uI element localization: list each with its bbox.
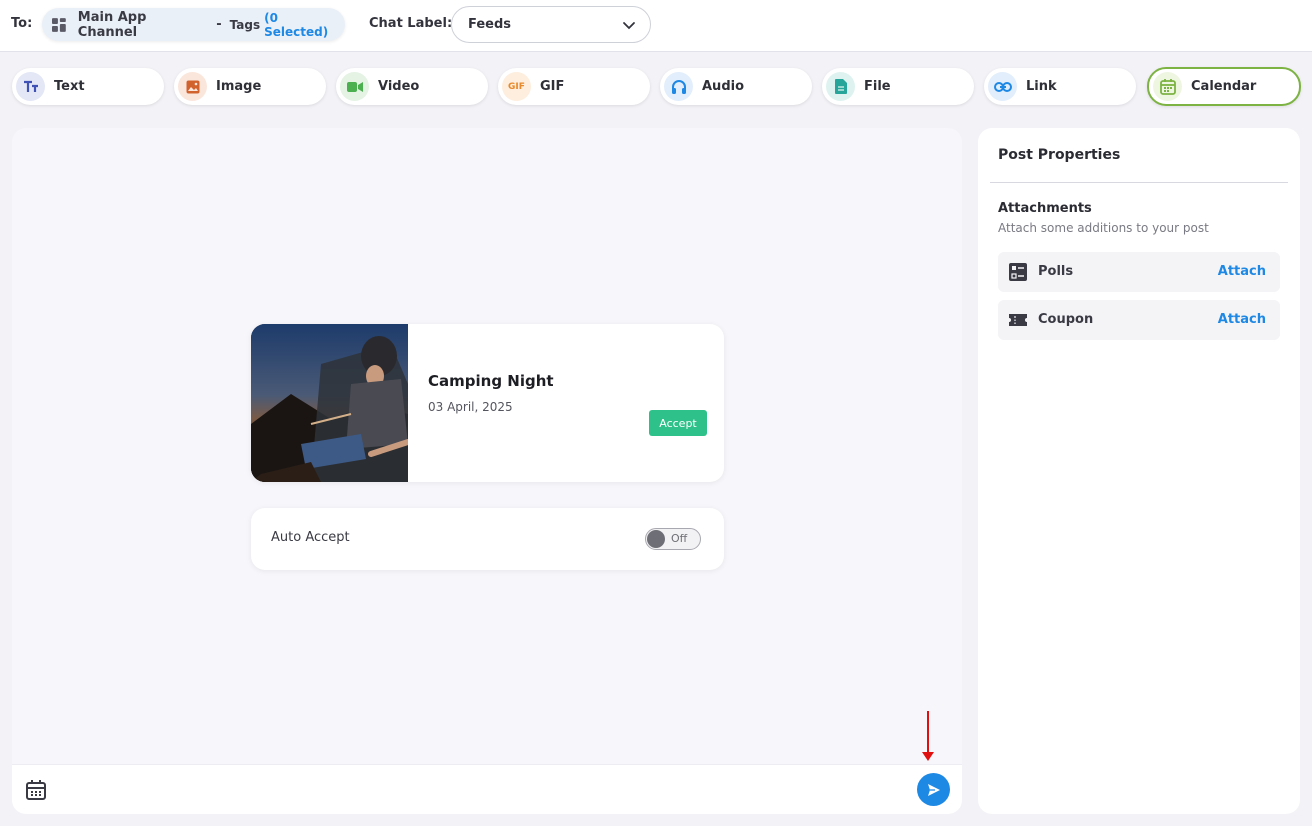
tab-audio[interactable]: Audio [660, 68, 812, 105]
toggle-state-label: Off [671, 532, 688, 545]
headphones-icon [664, 72, 693, 101]
auto-accept-toggle[interactable]: Off [645, 528, 701, 550]
tab-link[interactable]: Link [984, 68, 1136, 105]
tab-text[interactable]: Text [12, 68, 164, 105]
tab-label: Image [216, 79, 262, 94]
tab-label: GIF [540, 79, 565, 94]
annotation-arrow-head [922, 752, 934, 761]
channel-name: Main App Channel [77, 9, 147, 40]
tags-label: Tags [229, 17, 261, 32]
auto-accept-card: Auto Accept Off [251, 508, 724, 570]
calendar-icon [1153, 72, 1182, 101]
event-image [251, 324, 411, 482]
auto-accept-label: Auto Accept [271, 530, 350, 545]
attach-polls-link[interactable]: Attach [1218, 264, 1266, 279]
chevron-down-icon [623, 22, 635, 30]
composer-header: To: Main App Channel - Tags (0 Selected)… [0, 0, 1312, 52]
send-icon [927, 783, 940, 796]
attachment-name: Polls [1038, 264, 1074, 279]
tab-label: Video [378, 79, 420, 94]
channel-selector[interactable]: Main App Channel - Tags (0 Selected) [42, 8, 345, 41]
video-camera-icon [340, 72, 369, 101]
annotation-arrow-line [927, 711, 929, 754]
tab-calendar[interactable]: Calendar [1147, 67, 1301, 106]
tab-label: Text [54, 79, 85, 94]
tab-label: File [864, 79, 891, 94]
attachment-polls-row: Polls Attach [998, 252, 1280, 292]
tab-label: Link [1026, 79, 1057, 94]
attachments-title: Attachments [998, 201, 1092, 216]
event-card: Camping Night 03 April, 2025 Accept [251, 324, 724, 482]
file-icon [826, 72, 855, 101]
schedule-calendar-icon[interactable] [26, 780, 46, 800]
divider [990, 182, 1288, 183]
attachments-subtitle: Attach some additions to your post [998, 221, 1209, 235]
text-format-icon [16, 72, 45, 101]
chat-label-value: Feeds [468, 17, 512, 32]
tab-image[interactable]: Image [174, 68, 326, 105]
chat-label-select[interactable]: Feeds [451, 6, 651, 43]
tags-count[interactable]: (0 Selected) [264, 11, 345, 39]
event-date: 03 April, 2025 [428, 400, 513, 414]
tab-label: Audio [702, 79, 745, 94]
coupon-icon [1009, 314, 1027, 326]
tab-video[interactable]: Video [336, 68, 488, 105]
attachment-name: Coupon [1038, 312, 1094, 327]
event-title: Camping Night [428, 372, 554, 390]
link-icon [988, 72, 1017, 101]
tab-file[interactable]: File [822, 68, 974, 105]
tab-gif[interactable]: GIF GIF [498, 68, 650, 105]
chat-label-title: Chat Label: [369, 16, 453, 31]
image-icon [178, 72, 207, 101]
post-preview-panel: Camping Night 03 April, 2025 Accept Auto… [12, 128, 962, 814]
accept-button[interactable]: Accept [649, 410, 707, 436]
gif-icon: GIF [502, 72, 531, 101]
composer-bottom-bar [12, 764, 962, 814]
channel-separator: - [216, 17, 222, 32]
post-properties-panel: Post Properties Attachments Attach some … [978, 128, 1300, 814]
attachment-coupon-row: Coupon Attach [998, 300, 1280, 340]
send-button[interactable] [917, 773, 950, 806]
poll-icon [1009, 263, 1027, 281]
attach-coupon-link[interactable]: Attach [1218, 312, 1266, 327]
tab-label: Calendar [1191, 79, 1257, 94]
post-properties-title: Post Properties [998, 147, 1121, 163]
grid-icon [52, 17, 66, 32]
toggle-knob [647, 530, 665, 548]
to-label: To: [11, 16, 33, 31]
